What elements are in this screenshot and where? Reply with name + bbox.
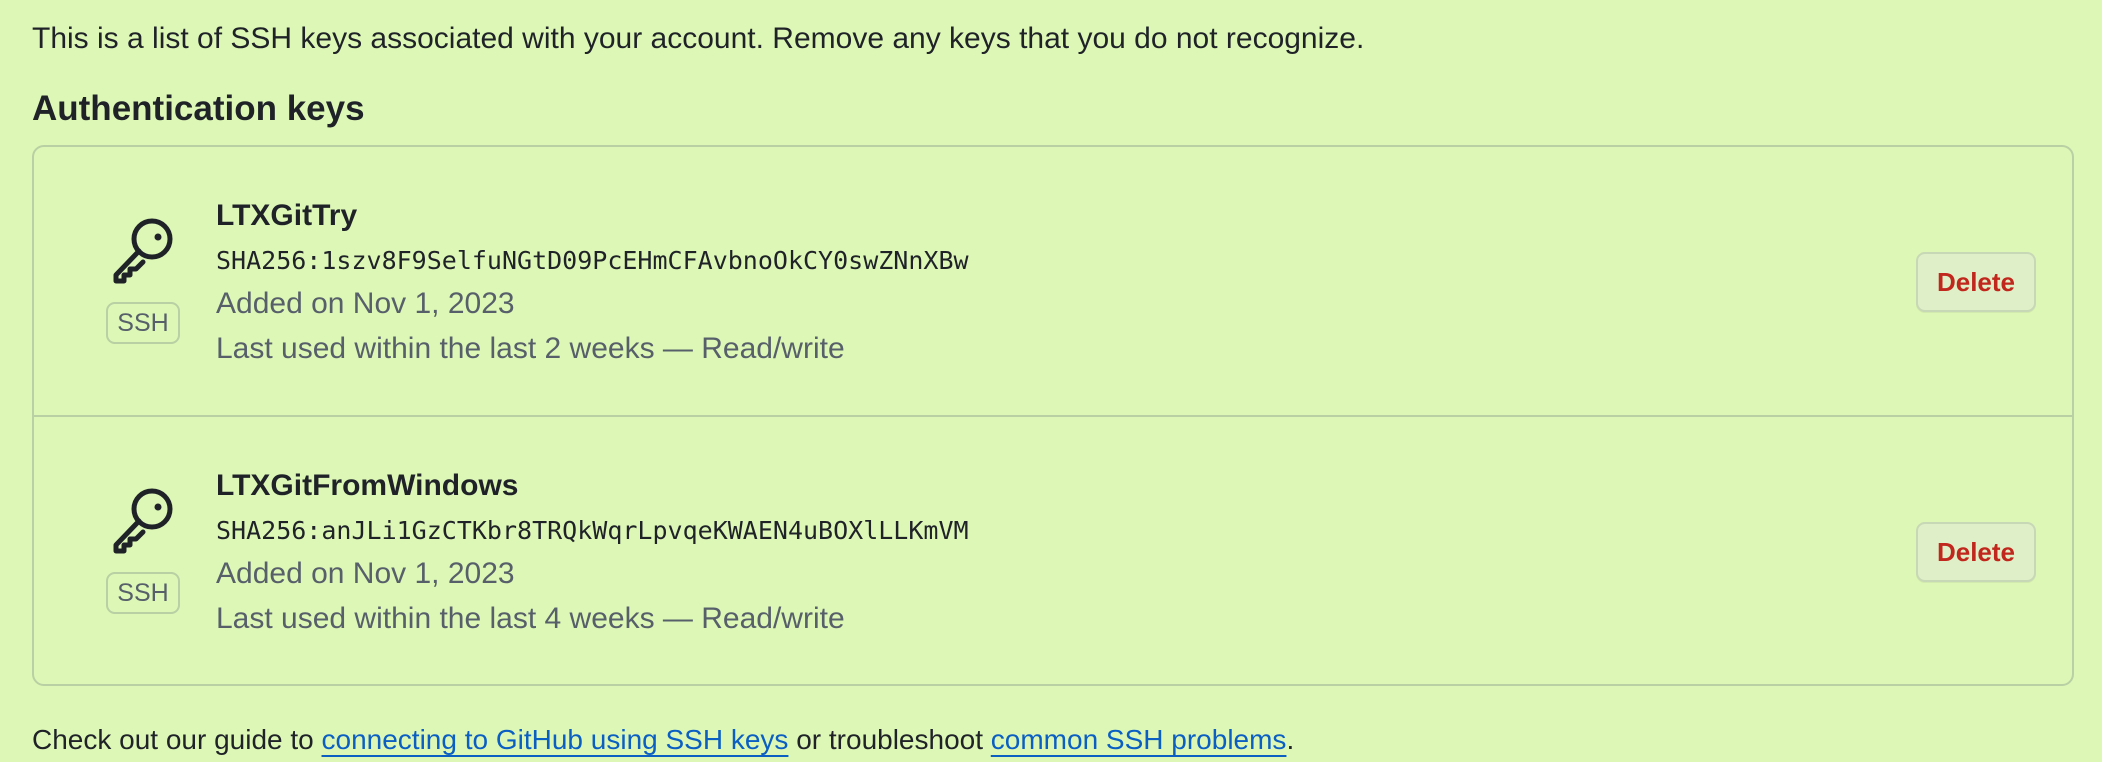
- key-fingerprint: SHA256:anJLi1GzCTKbr8TRQkWqrLpvqeKWAEN4u…: [216, 516, 969, 545]
- delete-button[interactable]: Delete: [1916, 522, 2036, 582]
- intro-text: This is a list of SSH keys associated wi…: [32, 22, 1365, 55]
- ssh-guide-link[interactable]: connecting to GitHub using SSH keys: [322, 724, 789, 755]
- help-footer: Check out our guide to connecting to Git…: [32, 720, 1294, 760]
- key-details: LTXGitFromWindows SHA256:anJLi1GzCTKbr8T…: [216, 465, 969, 641]
- key-row: SSH LTXGitFromWindows SHA256:anJLi1GzCTK…: [34, 417, 2072, 686]
- delete-button[interactable]: Delete: [1916, 252, 2036, 312]
- ssh-badge: SSH: [106, 572, 180, 614]
- footer-prefix: Check out our guide to: [32, 724, 322, 755]
- key-added-date: Added on Nov 1, 2023: [216, 287, 515, 320]
- key-name: LTXGitTry: [216, 199, 358, 232]
- key-icon: [106, 213, 180, 287]
- ssh-badge: SSH: [106, 302, 180, 344]
- key-row: SSH LTXGitTry SHA256:1szv8F9SelfuNGtD09P…: [34, 147, 2072, 417]
- key-name: LTXGitFromWindows: [216, 469, 519, 502]
- footer-middle: or troubleshoot: [788, 724, 991, 755]
- key-added-date: Added on Nov 1, 2023: [216, 557, 515, 590]
- section-title: Authentication keys: [32, 89, 365, 128]
- key-list: SSH LTXGitTry SHA256:1szv8F9SelfuNGtD09P…: [32, 145, 2074, 686]
- footer-suffix: .: [1286, 724, 1295, 755]
- key-last-used: Last used within the last 2 weeks — Read…: [216, 332, 845, 365]
- key-details: LTXGitTry SHA256:1szv8F9SelfuNGtD09PcEHm…: [216, 195, 969, 371]
- key-last-used: Last used within the last 4 weeks — Read…: [216, 602, 845, 635]
- key-fingerprint: SHA256:1szv8F9SelfuNGtD09PcEHmCFAvbnoOkC…: [216, 246, 969, 275]
- troubleshoot-link[interactable]: common SSH problems: [991, 724, 1287, 755]
- key-icon: [106, 483, 180, 557]
- ssh-keys-page: This is a list of SSH keys associated wi…: [0, 0, 2102, 762]
